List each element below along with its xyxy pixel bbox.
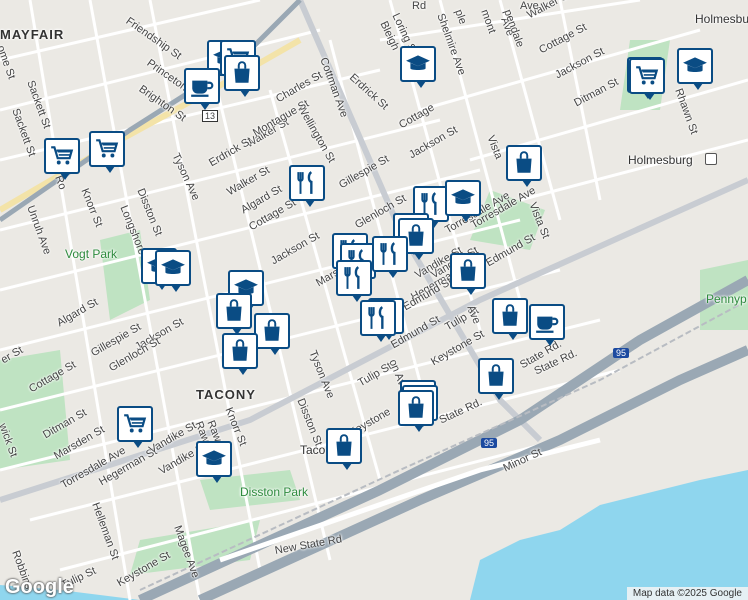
shopping-bag-icon (483, 363, 509, 389)
interstate-95-shield: 95 (481, 438, 498, 448)
shopping-bag-icon (511, 150, 537, 176)
google-logo: Google (5, 576, 74, 598)
education-icon (682, 53, 708, 79)
shopping-bag-icon (229, 60, 255, 86)
education-icon (201, 446, 227, 472)
coffee-icon (534, 309, 560, 335)
street-label: Rd (412, 0, 427, 12)
restaurant-pin[interactable] (289, 165, 325, 207)
neighborhood-label: Holmesburg (628, 153, 693, 167)
map-attribution[interactable]: Map data ©2025 Google (626, 587, 748, 600)
shopping-bag-icon (227, 338, 253, 364)
coffee-pin[interactable] (529, 304, 565, 346)
shopping-bag-pin[interactable] (216, 293, 252, 335)
interstate-95-shield: 95 (613, 348, 630, 358)
cart-pin[interactable] (117, 406, 153, 448)
shopping-bag-icon (259, 318, 285, 344)
restaurant-pin[interactable] (336, 260, 372, 302)
restaurant-pin[interactable] (372, 236, 408, 278)
shopping-bag-icon (331, 433, 357, 459)
cart-pin[interactable] (629, 58, 665, 100)
route-13-shield: 13 (202, 110, 219, 122)
restaurant-icon (365, 305, 391, 331)
restaurant-icon (341, 265, 367, 291)
coffee-pin[interactable] (184, 68, 220, 110)
education-pin[interactable] (155, 250, 191, 292)
park-label: Disston Park (240, 485, 309, 499)
park-label: Pennyp the De (706, 292, 748, 306)
education-icon (450, 185, 476, 211)
neighborhood-label: MAYFAIR (0, 27, 65, 42)
education-pin[interactable] (445, 180, 481, 222)
neighborhood-label: TACONY (196, 387, 256, 402)
shopping-bag-icon (497, 303, 523, 329)
cart-pin[interactable] (89, 131, 125, 173)
education-icon (160, 255, 186, 281)
education-pin[interactable] (677, 48, 713, 90)
cart-icon (122, 411, 148, 437)
coffee-icon (189, 73, 215, 99)
shopping-bag-pin[interactable] (222, 333, 258, 375)
shopping-bag-icon (221, 298, 247, 324)
cart-icon (94, 136, 120, 162)
shopping-bag-icon (455, 258, 481, 284)
street-label: Ave (520, 0, 539, 12)
map-canvas[interactable]: MAYFAIR TACONY Holmesbu Holmesburg Vogt Park… (0, 0, 748, 600)
restaurant-icon (294, 170, 320, 196)
shopping-bag-pin[interactable] (254, 313, 290, 355)
education-icon (405, 51, 431, 77)
shopping-bag-pin[interactable] (224, 55, 260, 97)
shopping-bag-pin[interactable] (492, 298, 528, 340)
restaurant-icon (377, 241, 403, 267)
shopping-bag-pin[interactable] (478, 358, 514, 400)
shopping-bag-pin[interactable] (450, 253, 486, 295)
cart-pin[interactable] (44, 138, 80, 180)
shopping-bag-icon (403, 395, 429, 421)
cart-icon (634, 63, 660, 89)
education-pin[interactable] (196, 441, 232, 483)
shopping-bag-pin[interactable] (398, 390, 434, 432)
shopping-bag-pin[interactable] (506, 145, 542, 187)
park-label: Vogt Park (65, 247, 118, 261)
train-station-icon[interactable] (705, 153, 717, 165)
shopping-bag-pin[interactable] (326, 428, 362, 470)
neighborhood-label: Holmesbu (695, 12, 748, 26)
river-water (470, 470, 748, 600)
restaurant-pin[interactable] (360, 300, 396, 342)
education-pin[interactable] (400, 46, 436, 88)
cart-icon (49, 143, 75, 169)
